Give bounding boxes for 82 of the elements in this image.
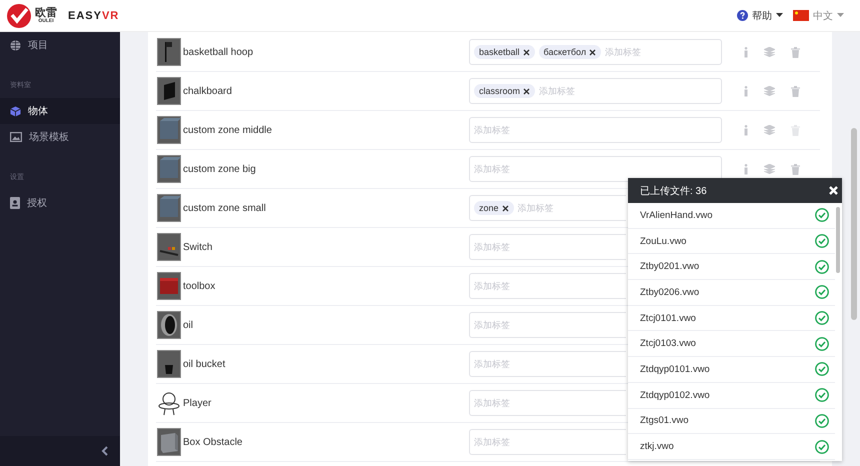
- add-tag-input[interactable]: 添加标签: [539, 86, 717, 96]
- info-icon[interactable]: [744, 86, 748, 96]
- object-name: custom zone big: [183, 164, 257, 174]
- add-tag-input[interactable]: 添加标签: [474, 359, 622, 369]
- object-name: chalkboard: [183, 86, 233, 96]
- tag-input-field[interactable]: 添加标签: [469, 273, 626, 299]
- tag-chip: classroom: [474, 84, 536, 98]
- info-icon[interactable]: [744, 46, 748, 58]
- tag-input-field[interactable]: 添加标签: [469, 234, 626, 260]
- file-name: Ztby0206.vwo: [640, 286, 700, 298]
- tag-chip: баскетбол: [538, 45, 602, 59]
- dialog-title: 已上传文件: 36: [640, 184, 707, 198]
- add-tag-input[interactable]: 添加标签: [474, 281, 622, 291]
- tag-remove-icon[interactable]: [522, 48, 530, 56]
- object-name: custom zone small: [183, 202, 267, 214]
- caret-icon: [837, 13, 844, 18]
- info-icon[interactable]: [744, 164, 748, 174]
- caret-icon: [776, 13, 783, 18]
- add-tag-input[interactable]: 添加标签: [474, 125, 717, 135]
- tag-input-field[interactable]: 添加标签: [469, 312, 626, 338]
- add-tag-input[interactable]: 添加标签: [474, 320, 622, 330]
- help-icon: [737, 10, 748, 21]
- sidebar-item[interactable]: 物体: [0, 98, 120, 124]
- file-name: Ztby0201.vwo: [640, 261, 700, 272]
- brand-name: EASYVR: [68, 10, 120, 22]
- delete-icon[interactable]: [791, 46, 800, 58]
- file-name: Ztcj0103.vwo: [640, 338, 696, 350]
- object-name: Switch: [183, 242, 214, 252]
- object-name: basketball hoop: [183, 46, 254, 58]
- logo-check-icon: [6, 2, 32, 28]
- tag-input-field[interactable]: zone 添加标签: [469, 195, 626, 221]
- object-name: oil bucket: [183, 358, 226, 370]
- layers-icon[interactable]: [764, 86, 775, 96]
- object-name: Player: [183, 398, 212, 408]
- tag-input-field[interactable]: classroom 添加标签: [469, 78, 722, 104]
- collapse-sidebar-button[interactable]: [101, 446, 108, 456]
- tag-input-field[interactable]: 添加标签: [469, 156, 722, 182]
- delete-icon[interactable]: [791, 164, 800, 174]
- tag-input-field[interactable]: basketball баскетбол 添加标签: [469, 39, 722, 65]
- add-tag-input[interactable]: 添加标签: [474, 437, 622, 447]
- file-name: Ztdqyp0101.vwo: [640, 364, 710, 375]
- image-icon: [10, 132, 22, 142]
- sidebar-item[interactable]: 授权: [0, 190, 120, 216]
- add-tag-input[interactable]: 添加标签: [518, 203, 622, 213]
- file-name: Ztgs01.vwo: [640, 415, 689, 426]
- add-tag-input[interactable]: 添加标签: [474, 164, 717, 174]
- sidebar-item[interactable]: 场景模板: [0, 124, 120, 150]
- close-icon[interactable]: [829, 186, 838, 195]
- tag-remove-icon[interactable]: [502, 204, 509, 212]
- delete-icon[interactable]: [791, 86, 800, 96]
- file-name: ZouLu.vwo: [640, 236, 686, 247]
- object-name: toolbox: [183, 280, 216, 292]
- language-menu[interactable]: 中文: [793, 8, 844, 22]
- add-tag-input[interactable]: 添加标签: [474, 242, 622, 252]
- add-tag-input[interactable]: 添加标签: [605, 47, 717, 57]
- globe-icon: [10, 40, 21, 50]
- file-name: Ztdqyp0102.vwo: [640, 390, 710, 401]
- help-menu[interactable]: 帮助: [737, 8, 783, 22]
- tag-chip: zone: [474, 201, 514, 215]
- sidebar-item[interactable]: 项目: [0, 32, 120, 58]
- tag-input-field[interactable]: 添加标签: [469, 390, 626, 416]
- logo-text: 欧雷: [35, 8, 57, 18]
- tag-remove-icon[interactable]: [589, 48, 596, 56]
- tag-input-field[interactable]: 添加标签: [469, 429, 626, 455]
- object-name: oil: [183, 320, 194, 330]
- add-tag-input[interactable]: 添加标签: [474, 398, 622, 408]
- flag-icon: [793, 10, 809, 21]
- file-name: VrAlienHand.vwo: [640, 210, 713, 221]
- file-name: ztkj.vwo: [640, 441, 674, 452]
- layers-icon[interactable]: [764, 125, 775, 135]
- id-badge-icon: [10, 197, 20, 209]
- layers-icon[interactable]: [764, 164, 775, 174]
- object-name: custom zone middle: [183, 124, 273, 136]
- tag-remove-icon[interactable]: [523, 88, 530, 94]
- tag-input-field[interactable]: 添加标签: [469, 117, 722, 143]
- cube-icon: [10, 106, 21, 116]
- layers-icon[interactable]: [764, 47, 775, 57]
- file-name: Ztcj0101.vwo: [640, 312, 696, 324]
- object-name: Box Obstacle: [183, 436, 244, 448]
- tag-input-field[interactable]: 添加标签: [469, 351, 626, 377]
- tag-chip: basketball: [474, 45, 535, 59]
- info-icon[interactable]: [744, 124, 748, 136]
